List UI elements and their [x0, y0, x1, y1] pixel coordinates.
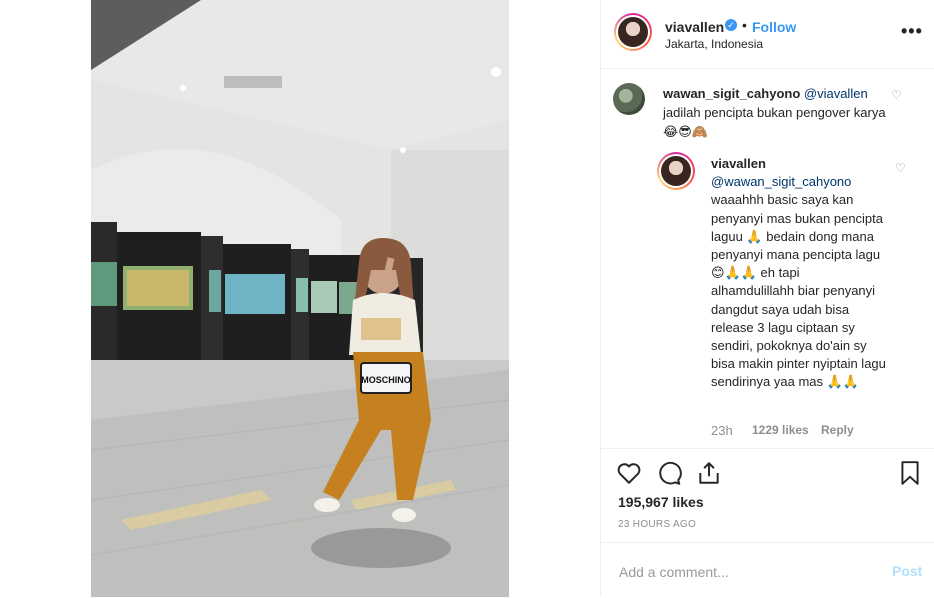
author-avatar[interactable] [614, 13, 652, 51]
follow-button[interactable]: Follow [752, 19, 796, 35]
comment-like-icon[interactable]: ♡ [891, 88, 902, 102]
reply-username[interactable]: viavallen [711, 155, 886, 173]
reply-text: waaahhh basic saya kan penyanyi mas buka… [711, 192, 886, 390]
bookmark-icon[interactable] [897, 460, 923, 486]
comment-mention[interactable]: @viavallen [804, 86, 868, 101]
more-options-icon[interactable]: ••• [901, 21, 923, 42]
reply-time: 23h [711, 423, 733, 438]
bag-label: MOSCHINO [361, 375, 411, 385]
add-comment-bar: Post [601, 542, 934, 598]
reply-button[interactable]: Reply [821, 423, 854, 437]
reply-comment: viavallen @wawan_sigit_cahyono waaahhh b… [711, 155, 886, 392]
commenter-avatar[interactable] [613, 83, 645, 115]
heart-icon[interactable] [616, 460, 642, 486]
author-username[interactable]: viavallen [665, 19, 724, 35]
reply-avatar[interactable] [657, 152, 695, 190]
instagram-post: MOSCHINO viavallen ✓ • Follow Jakarta, I… [0, 0, 934, 597]
verified-badge-icon: ✓ [725, 19, 737, 31]
post-sidebar: viavallen ✓ • Follow Jakarta, Indonesia … [600, 0, 934, 597]
commenter-username[interactable]: wawan_sigit_cahyono [663, 86, 800, 101]
comment-icon[interactable] [656, 460, 682, 486]
header-separator: • [742, 17, 747, 33]
comment-text: jadilah pencipta bukan pengover karya 😂😎… [663, 105, 886, 139]
photo-illustration: MOSCHINO [91, 0, 509, 597]
reply-likes[interactable]: 1229 likes [752, 423, 809, 437]
action-bar-divider [601, 448, 934, 450]
post-timestamp[interactable]: 23 HOURS AGO [618, 519, 696, 530]
reply-mention[interactable]: @wawan_sigit_cahyono [711, 173, 886, 191]
reply-like-icon[interactable]: ♡ [895, 161, 906, 175]
post-header: viavallen ✓ • Follow Jakarta, Indonesia … [601, 0, 934, 69]
share-icon[interactable] [696, 460, 722, 486]
comment: wawan_sigit_cahyono @viavallen jadilah p… [663, 84, 903, 141]
post-likes-count[interactable]: 195,967 likes [618, 494, 704, 510]
location-link[interactable]: Jakarta, Indonesia [665, 37, 763, 51]
add-comment-input[interactable] [617, 563, 871, 581]
post-comment-button[interactable]: Post [892, 563, 922, 579]
post-photo[interactable]: MOSCHINO [91, 0, 509, 597]
